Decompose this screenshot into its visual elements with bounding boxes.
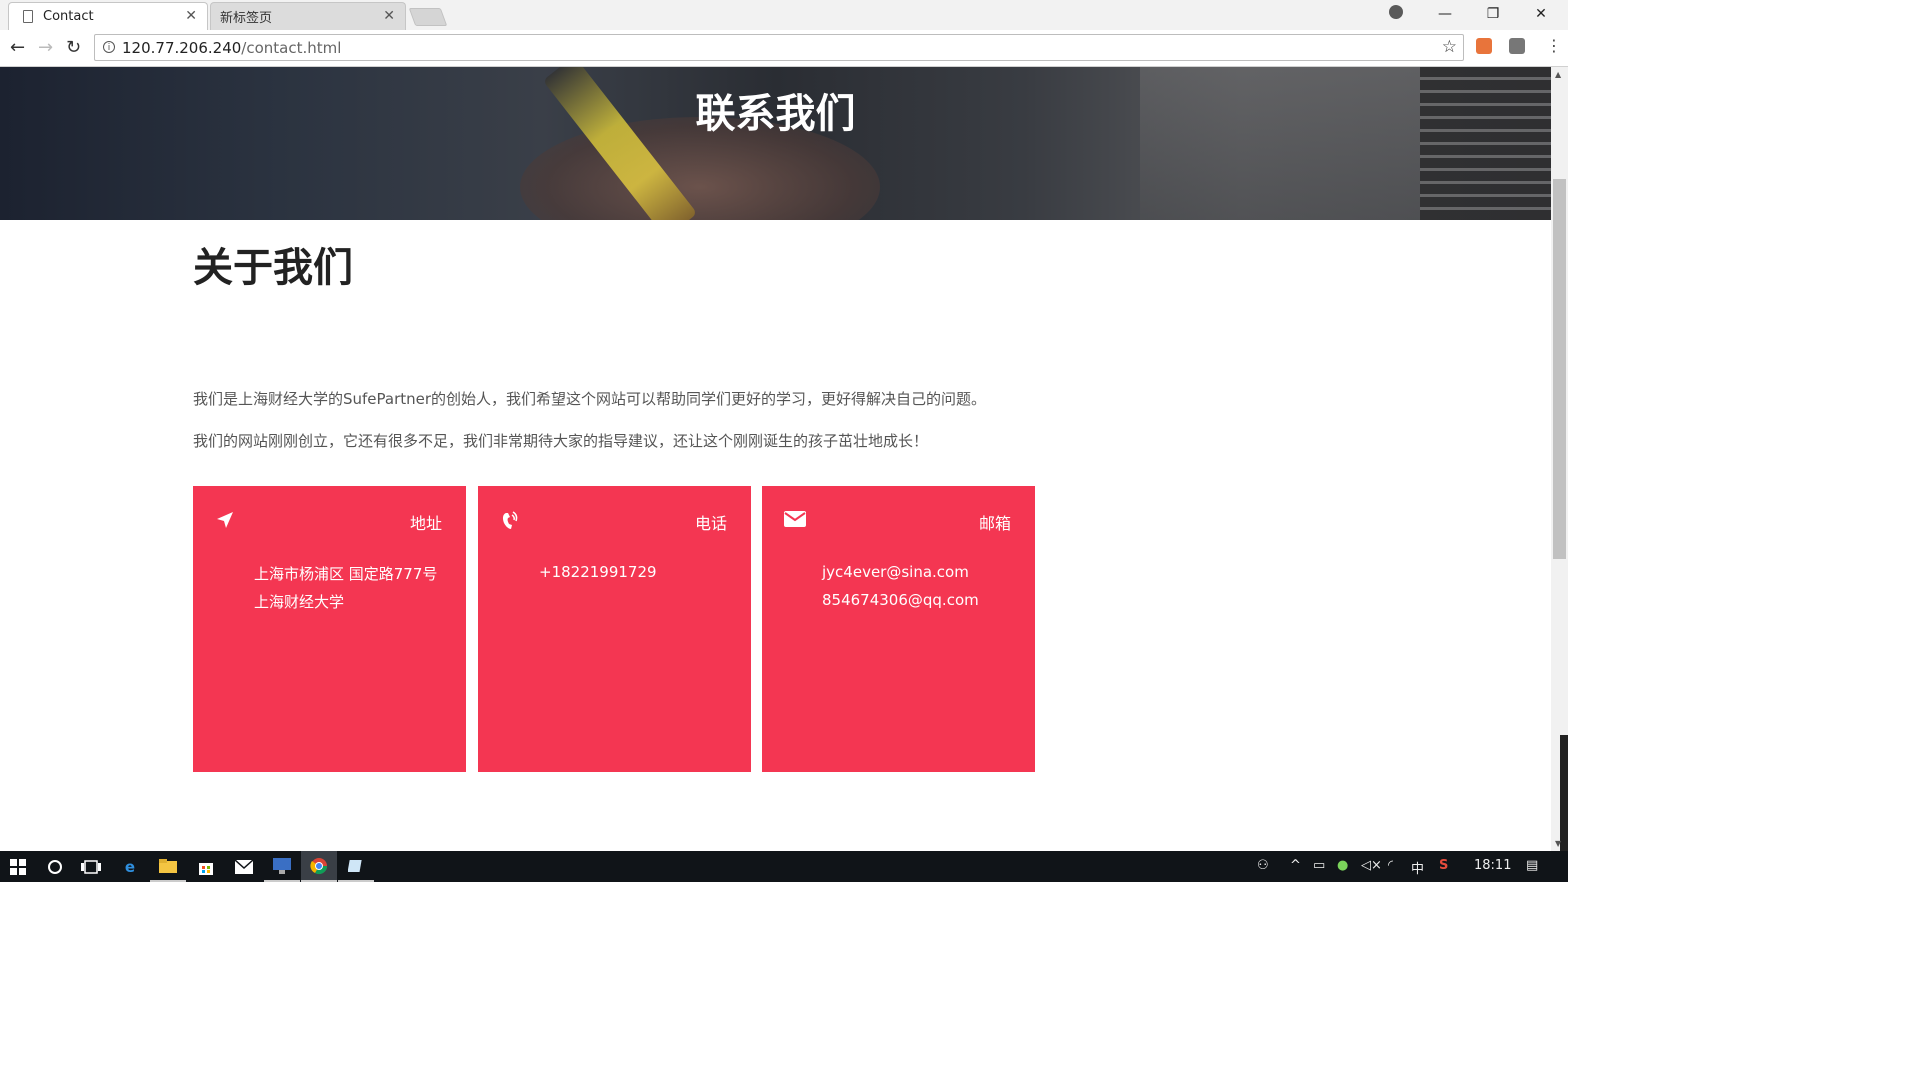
forward-button[interactable]: →	[38, 37, 53, 59]
document-icon	[23, 10, 33, 23]
card-line: 上海财经大学	[254, 593, 345, 611]
scroll-region	[1560, 735, 1568, 851]
extension-icon[interactable]	[1509, 38, 1525, 54]
card-line: 854674306@qq.com	[822, 591, 979, 609]
address-card: 地址 上海市杨浦区 国定路777号 上海财经大学	[193, 486, 466, 772]
location-arrow-icon	[215, 510, 235, 533]
close-tab-icon[interactable]: ✕	[383, 8, 395, 24]
bookmark-star-icon[interactable]: ☆	[1442, 37, 1457, 57]
tab-label: Contact	[43, 9, 94, 24]
profile-icon[interactable]	[1389, 5, 1403, 19]
card-line: jyc4ever@sina.com	[822, 563, 969, 581]
file-explorer-icon[interactable]	[150, 851, 186, 882]
scroll-up-arrow-icon[interactable]: ▲	[1555, 70, 1561, 79]
chrome-menu-icon[interactable]: ⋮	[1546, 36, 1562, 56]
battery-icon[interactable]: ▭	[1313, 858, 1325, 873]
task-view-icon[interactable]	[73, 851, 109, 882]
ime-indicator[interactable]: 中	[1411, 858, 1424, 877]
card-title: 邮箱	[978, 514, 1011, 533]
volume-muted-icon[interactable]: ◁×	[1361, 858, 1382, 873]
windows-taskbar: e ⚇ ^ ▭ ● ◁× ◜ 中 S 18:11 ▤	[0, 851, 1568, 882]
section-title: 关于我们	[193, 245, 353, 291]
scroll-down-arrow-icon[interactable]: ▼	[1555, 839, 1561, 848]
app-icon[interactable]	[264, 851, 300, 882]
email-card: 邮箱 jyc4ever@sina.com 854674306@qq.com	[762, 486, 1035, 772]
store-icon[interactable]	[188, 851, 224, 882]
tab-contact[interactable]: Contact ✕	[8, 2, 208, 30]
clock[interactable]: 18:11	[1474, 858, 1511, 873]
card-line: +18221991729	[539, 563, 657, 581]
action-center-icon[interactable]: ▤	[1526, 858, 1538, 873]
start-button[interactable]	[0, 851, 36, 882]
info-icon[interactable]: i	[103, 41, 115, 53]
tab-new-tab[interactable]: 新标签页 ✕	[210, 2, 406, 30]
intro-paragraph: 我们是上海财经大学的SufePartner的创始人，我们希望这个网站可以帮助同学…	[193, 390, 987, 408]
cortana-search-icon[interactable]	[37, 851, 73, 882]
browser-toolbar: ← → ↻ i 120.77.206.240/contact.html ☆	[0, 30, 1568, 67]
address-bar[interactable]: i 120.77.206.240/contact.html ☆	[94, 34, 1464, 61]
intro-paragraph: 我们的网站刚刚创立，它还有很多不足，我们非常期待大家的指导建议，还让这个刚刚诞生…	[193, 432, 929, 450]
vertical-scrollbar[interactable]: ▲ ▼	[1551, 67, 1568, 851]
hero-title: 联系我们	[695, 91, 856, 137]
phone-icon	[500, 510, 520, 535]
reload-button[interactable]: ↻	[66, 37, 81, 59]
card-title: 地址	[409, 514, 442, 533]
back-button[interactable]: ←	[10, 37, 25, 59]
sogou-ime-icon[interactable]: S	[1439, 858, 1448, 873]
wechat-icon[interactable]: ●	[1337, 858, 1348, 873]
network-icon[interactable]: ◜	[1388, 858, 1393, 873]
new-tab-button[interactable]	[408, 8, 448, 26]
close-tab-icon[interactable]: ✕	[185, 8, 197, 24]
minimize-button[interactable]: —	[1422, 2, 1468, 26]
phone-card: 电话 +18221991729	[478, 486, 751, 772]
notepad-icon[interactable]	[338, 851, 374, 882]
people-icon[interactable]: ⚇	[1257, 858, 1269, 873]
chrome-taskbar-icon[interactable]	[301, 851, 337, 882]
mail-icon[interactable]	[226, 851, 262, 882]
scrollbar-thumb[interactable]	[1553, 179, 1566, 559]
extension-icon[interactable]	[1476, 38, 1492, 54]
envelope-icon	[784, 510, 806, 531]
restore-button[interactable]: ❐	[1470, 2, 1516, 26]
page-viewport: 联系我们 关于我们 我们是上海财经大学的SufePartner的创始人，我们希望…	[0, 67, 1551, 851]
tab-label: 新标签页	[220, 11, 273, 26]
hero-banner: 联系我们	[0, 67, 1551, 220]
card-line: 上海市杨浦区 国定路777号	[254, 565, 438, 583]
show-hidden-icons[interactable]: ^	[1290, 858, 1301, 873]
edge-browser-icon[interactable]: e	[112, 851, 148, 882]
card-title: 电话	[694, 514, 727, 533]
close-window-button[interactable]: ✕	[1518, 2, 1564, 26]
url-text[interactable]: 120.77.206.240/contact.html	[122, 39, 341, 57]
tab-strip: Contact ✕ 新标签页 ✕ — ❐ ✕	[0, 0, 1568, 30]
